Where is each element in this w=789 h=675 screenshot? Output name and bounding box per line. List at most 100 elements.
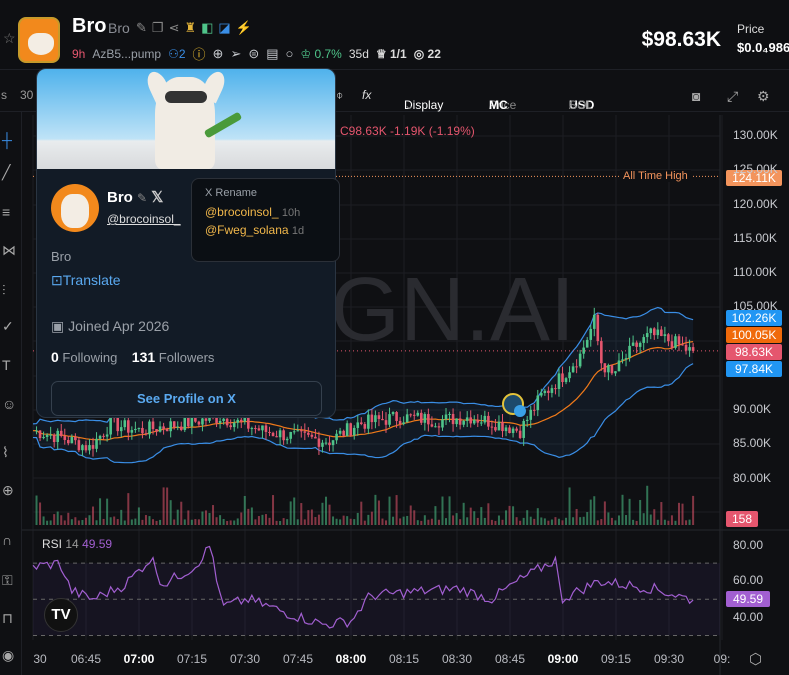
candle — [441, 419, 444, 428]
volume-bar — [497, 515, 500, 525]
candle — [476, 419, 480, 423]
candle — [536, 395, 540, 411]
rsi-value-tag: 49.59 — [726, 591, 770, 607]
candle — [285, 438, 289, 441]
volume-bar — [109, 517, 112, 525]
volume-bar — [649, 514, 652, 525]
candle — [282, 430, 285, 441]
volume-bar — [95, 520, 98, 525]
candle — [525, 419, 529, 421]
candle — [328, 442, 331, 446]
volume-bar — [243, 495, 246, 525]
volume-bar — [286, 519, 289, 525]
last-price-tag: 98.63K — [726, 344, 782, 360]
volume-bar — [430, 518, 433, 525]
volume-bar — [437, 519, 440, 525]
candle — [204, 418, 208, 421]
candle — [225, 418, 229, 426]
volume-bar — [515, 517, 518, 525]
volume-bar — [60, 515, 63, 525]
candle — [268, 431, 271, 433]
volume-bar — [92, 506, 95, 525]
candle — [458, 418, 462, 425]
candle — [455, 418, 458, 425]
volume-bar — [427, 519, 430, 525]
candle — [109, 417, 112, 435]
volume-bar — [261, 514, 264, 525]
volume-bar — [127, 493, 130, 525]
candle — [469, 417, 473, 424]
candle — [578, 353, 582, 367]
volume-bar — [130, 519, 133, 525]
volume-bar — [589, 499, 592, 525]
candle — [130, 430, 134, 433]
volume-bar — [159, 519, 162, 525]
volume-bar — [434, 506, 437, 525]
candle — [172, 421, 176, 428]
candle — [409, 414, 413, 416]
candle — [617, 360, 621, 372]
volume-bar — [550, 519, 553, 525]
candle — [550, 388, 554, 393]
candle — [243, 417, 247, 422]
volume-bar — [579, 517, 582, 525]
candle — [377, 415, 381, 419]
volume-bar — [137, 507, 140, 525]
translate-link[interactable]: ⊡Translate — [51, 272, 121, 289]
profile-avatar[interactable] — [51, 184, 99, 232]
candle — [141, 427, 144, 434]
candle — [670, 341, 674, 348]
volume-bar — [39, 502, 42, 525]
volume-bar — [656, 519, 659, 525]
tradingview-logo[interactable]: TV — [44, 598, 78, 632]
profile-handle[interactable]: @brocoinsol_ — [107, 212, 181, 226]
candle — [490, 426, 494, 428]
volume-bar — [247, 508, 250, 525]
candle — [384, 420, 388, 425]
candle — [430, 424, 434, 427]
candle — [95, 438, 98, 449]
candle — [331, 440, 335, 446]
volume-bar — [670, 515, 673, 525]
volume-bar — [483, 517, 486, 525]
volume-bar — [533, 518, 536, 525]
candle — [451, 413, 455, 425]
watermark: GN.AI — [330, 260, 575, 360]
candle — [420, 412, 423, 423]
candle — [123, 420, 127, 428]
candle — [359, 422, 363, 425]
volume-bar — [120, 509, 123, 525]
volume-bar — [342, 515, 345, 525]
candle — [42, 436, 45, 439]
volume-bar — [155, 520, 158, 525]
volume-bar — [409, 505, 412, 525]
candle — [218, 421, 222, 423]
volume-bar — [272, 495, 275, 525]
candle — [395, 412, 398, 421]
candle — [532, 409, 536, 411]
joined-date: ▣ Joined Apr 2026 — [51, 318, 170, 334]
candle — [296, 430, 300, 432]
volume-bar — [254, 519, 257, 525]
volume-bar — [388, 496, 391, 525]
volume-bar — [356, 512, 359, 525]
volume-bar — [194, 519, 197, 525]
volume-bar — [215, 517, 218, 525]
axis-settings-icon[interactable]: ⬡ — [749, 650, 762, 668]
volume-bar — [476, 517, 479, 525]
volume-bar — [554, 517, 557, 525]
candle — [522, 420, 525, 438]
candle — [356, 422, 360, 428]
candle — [370, 414, 374, 423]
candle — [183, 416, 187, 431]
volume-bar — [264, 514, 267, 525]
candle — [561, 373, 564, 383]
time-tick: 06:45 — [70, 652, 102, 666]
see-profile-button[interactable]: See Profile on X — [51, 381, 322, 416]
volume-bar — [353, 519, 356, 525]
candle — [405, 414, 409, 423]
candle — [529, 409, 533, 420]
candle — [568, 372, 571, 379]
candle — [264, 425, 268, 432]
candle — [398, 420, 402, 425]
